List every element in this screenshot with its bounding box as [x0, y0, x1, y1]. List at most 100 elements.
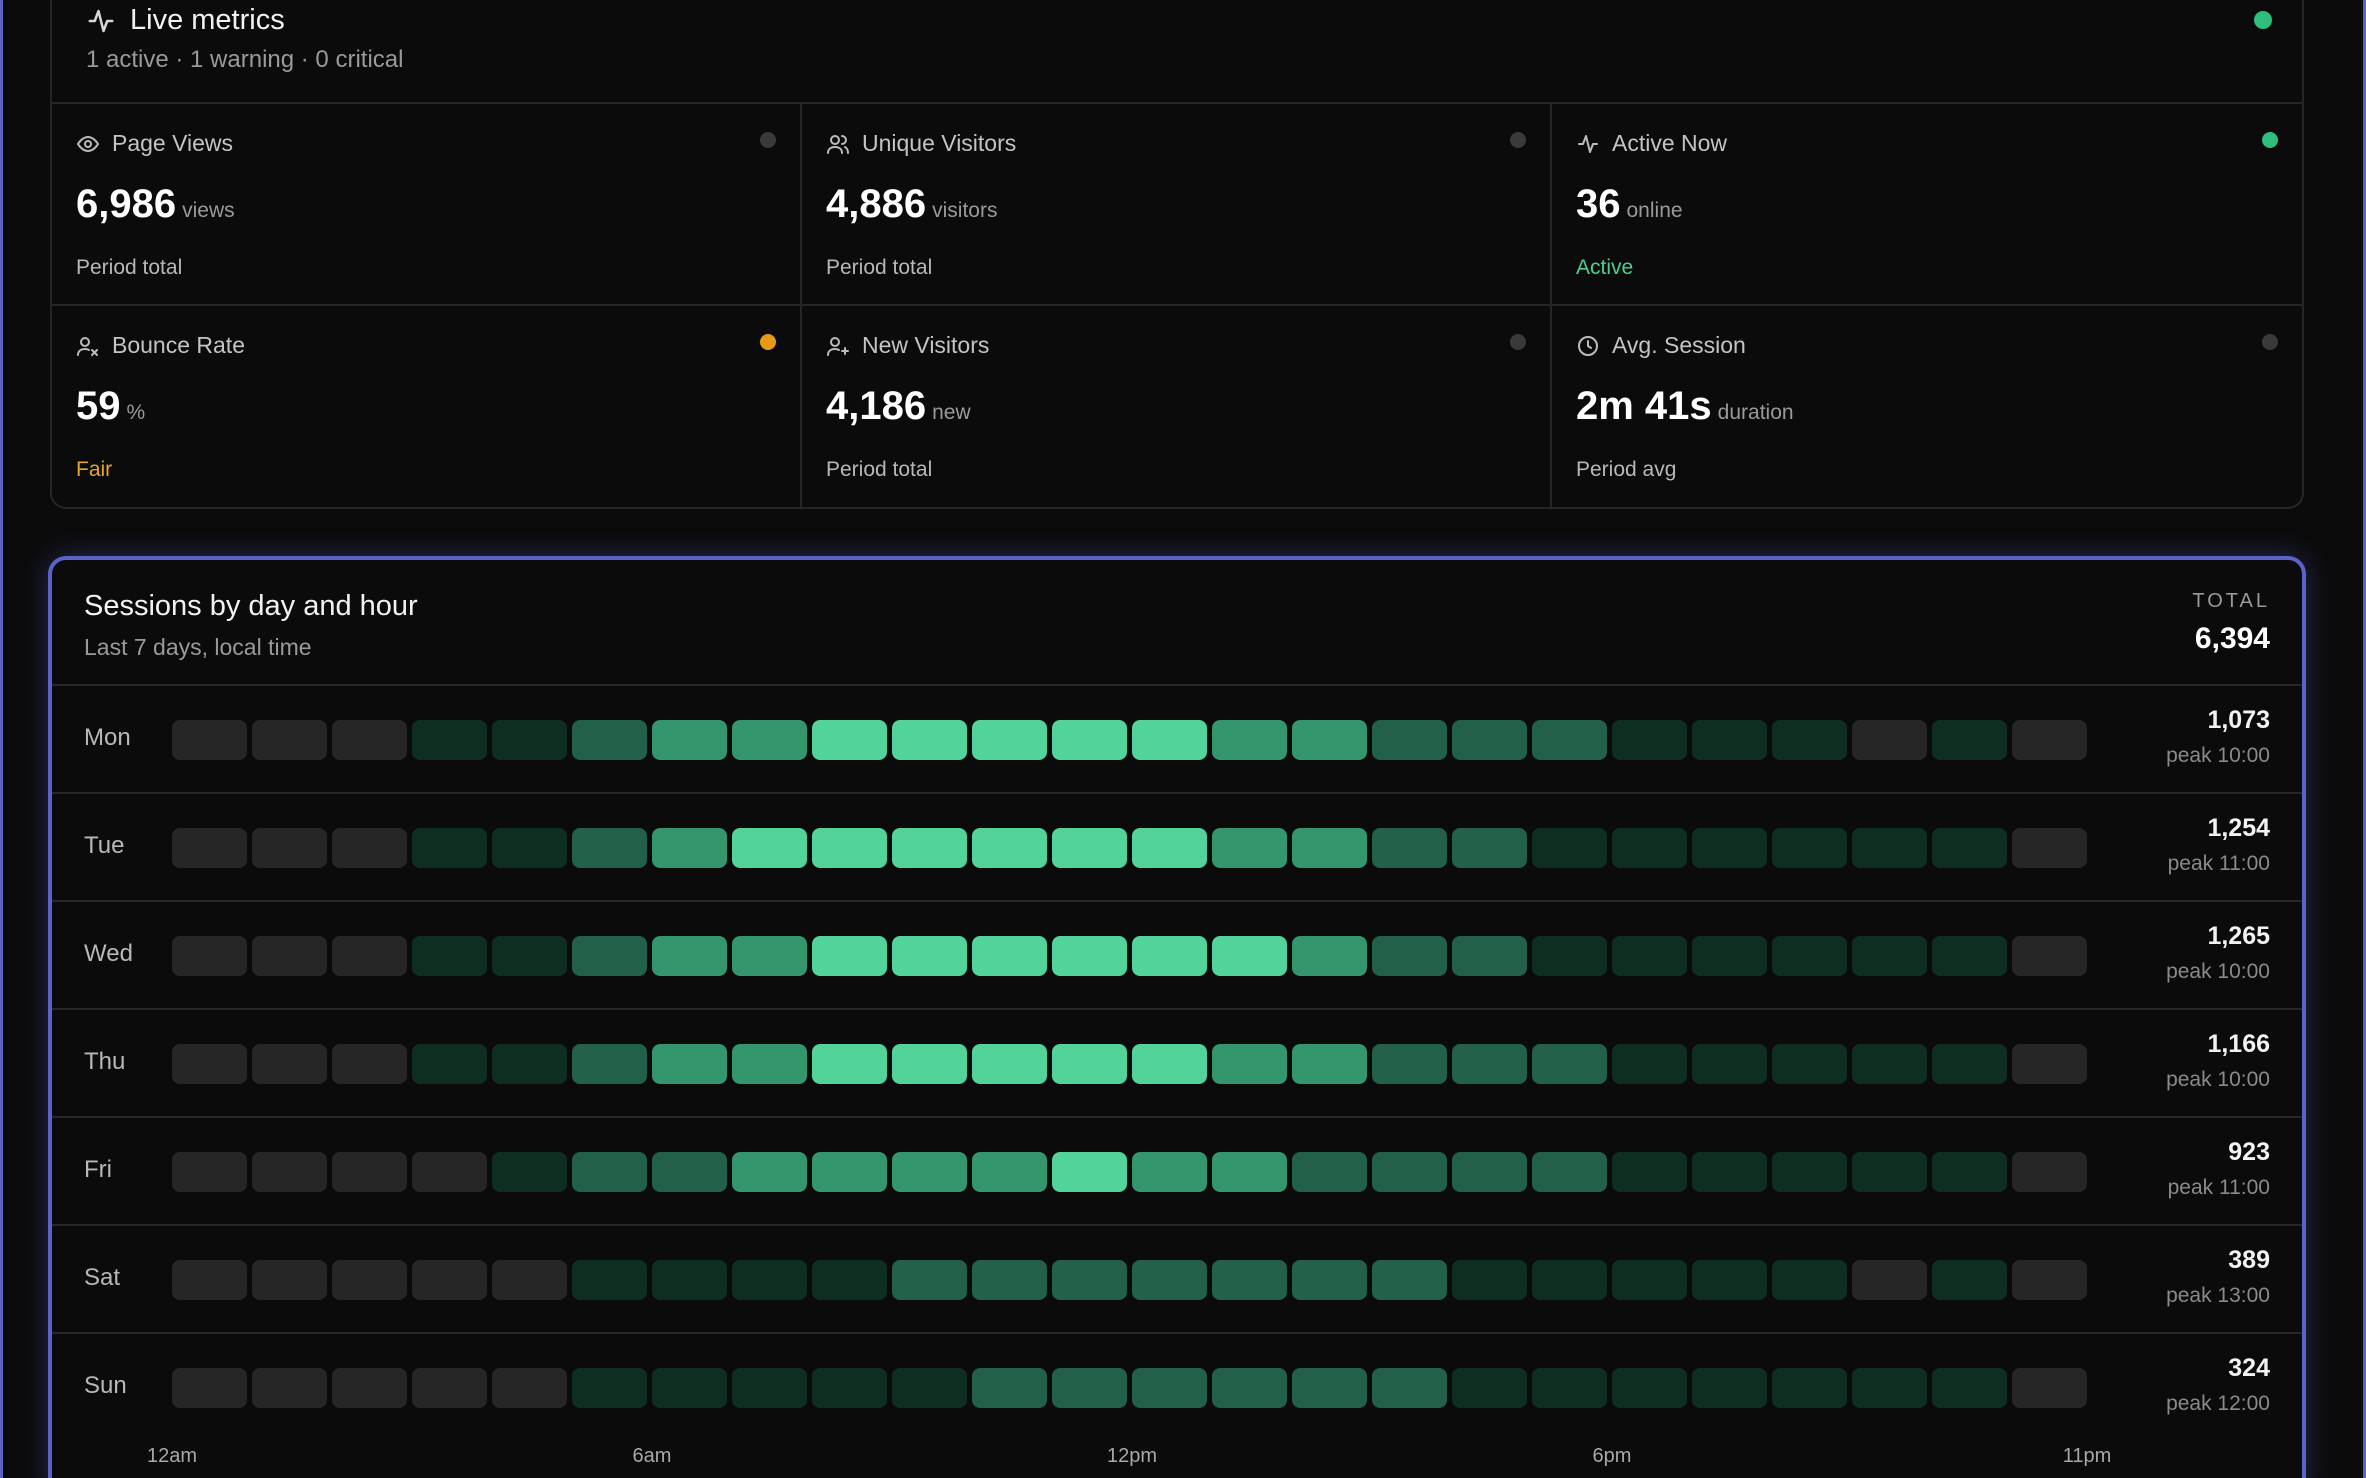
heatmap-cell[interactable]	[1052, 1260, 1127, 1300]
heatmap-cell[interactable]	[892, 828, 967, 868]
heatmap-cell[interactable]	[1932, 1152, 2007, 1192]
heatmap-cell[interactable]	[892, 1152, 967, 1192]
heatmap-cell[interactable]	[492, 720, 567, 760]
heatmap-cell[interactable]	[1852, 1044, 1927, 1084]
heatmap-cell[interactable]	[332, 828, 407, 868]
heatmap-cell[interactable]	[572, 1152, 647, 1192]
heatmap-cell[interactable]	[972, 720, 1047, 760]
heatmap-cell[interactable]	[1372, 828, 1447, 868]
heatmap-cell[interactable]	[1772, 828, 1847, 868]
heatmap-cell[interactable]	[1452, 828, 1527, 868]
heatmap-cell[interactable]	[1452, 1368, 1527, 1408]
heatmap-cell[interactable]	[892, 936, 967, 976]
heatmap-cell[interactable]	[1612, 936, 1687, 976]
heatmap-cell[interactable]	[572, 1044, 647, 1084]
heatmap-cell[interactable]	[892, 1368, 967, 1408]
heatmap-cell[interactable]	[1532, 720, 1607, 760]
heatmap-cell[interactable]	[412, 1044, 487, 1084]
heatmap-cell[interactable]	[1932, 1368, 2007, 1408]
heatmap-cell[interactable]	[172, 1152, 247, 1192]
heatmap-cell[interactable]	[332, 1260, 407, 1300]
heatmap-cell[interactable]	[812, 1044, 887, 1084]
metric-card-new-visitors[interactable]: New Visitors 4,186 new Period total	[802, 306, 1552, 507]
heatmap-cell[interactable]	[172, 1368, 247, 1408]
heatmap-cell[interactable]	[252, 1368, 327, 1408]
heatmap-cell[interactable]	[1212, 1152, 1287, 1192]
heatmap-cell[interactable]	[2012, 936, 2087, 976]
heatmap-cell[interactable]	[732, 1044, 807, 1084]
heatmap-cell[interactable]	[2012, 1368, 2087, 1408]
metric-card-bounce-rate[interactable]: Bounce Rate 59 % Fair	[52, 306, 802, 507]
heatmap-cell[interactable]	[972, 1152, 1047, 1192]
heatmap-cell[interactable]	[1212, 1368, 1287, 1408]
heatmap-cell[interactable]	[2012, 1044, 2087, 1084]
heatmap-cell[interactable]	[492, 1152, 567, 1192]
heatmap-cell[interactable]	[1452, 1044, 1527, 1084]
heatmap-cell[interactable]	[572, 720, 647, 760]
heatmap-cell[interactable]	[572, 936, 647, 976]
heatmap-cell[interactable]	[332, 936, 407, 976]
heatmap-cell[interactable]	[1532, 936, 1607, 976]
heatmap-cell[interactable]	[1692, 1260, 1767, 1300]
heatmap-cell[interactable]	[1532, 828, 1607, 868]
heatmap-cell[interactable]	[972, 828, 1047, 868]
heatmap-cell[interactable]	[972, 1044, 1047, 1084]
heatmap-cell[interactable]	[1372, 1152, 1447, 1192]
heatmap-cell[interactable]	[732, 1368, 807, 1408]
heatmap-cell[interactable]	[1852, 1152, 1927, 1192]
heatmap-cell[interactable]	[1692, 828, 1767, 868]
heatmap-cell[interactable]	[1852, 828, 1927, 868]
heatmap-cell[interactable]	[1052, 1044, 1127, 1084]
heatmap-cell[interactable]	[1852, 936, 1927, 976]
heatmap-cell[interactable]	[732, 936, 807, 976]
metric-card-page-views[interactable]: Page Views 6,986 views Period total	[52, 104, 802, 306]
heatmap-cell[interactable]	[492, 1368, 567, 1408]
heatmap-cell[interactable]	[1132, 828, 1207, 868]
heatmap-cell[interactable]	[172, 828, 247, 868]
heatmap-cell[interactable]	[412, 1260, 487, 1300]
heatmap-cell[interactable]	[252, 720, 327, 760]
heatmap-cell[interactable]	[1692, 1044, 1767, 1084]
heatmap-cell[interactable]	[2012, 720, 2087, 760]
heatmap-cell[interactable]	[1532, 1152, 1607, 1192]
heatmap-cell[interactable]	[1452, 1260, 1527, 1300]
heatmap-cell[interactable]	[252, 1152, 327, 1192]
heatmap-cell[interactable]	[172, 936, 247, 976]
heatmap-cell[interactable]	[972, 1260, 1047, 1300]
heatmap-cell[interactable]	[892, 720, 967, 760]
heatmap-cell[interactable]	[2012, 828, 2087, 868]
heatmap-cell[interactable]	[1212, 936, 1287, 976]
heatmap-cell[interactable]	[652, 936, 727, 976]
heatmap-cell[interactable]	[1932, 1044, 2007, 1084]
heatmap-cell[interactable]	[1772, 1044, 1847, 1084]
heatmap-cell[interactable]	[252, 1044, 327, 1084]
heatmap-cell[interactable]	[652, 720, 727, 760]
heatmap-cell[interactable]	[412, 828, 487, 868]
heatmap-cell[interactable]	[412, 720, 487, 760]
heatmap-cell[interactable]	[252, 1260, 327, 1300]
heatmap-cell[interactable]	[732, 1152, 807, 1192]
heatmap-cell[interactable]	[972, 1368, 1047, 1408]
heatmap-cell[interactable]	[812, 1152, 887, 1192]
heatmap-cell[interactable]	[492, 936, 567, 976]
heatmap-cell[interactable]	[1452, 1152, 1527, 1192]
heatmap-cell[interactable]	[1772, 1368, 1847, 1408]
heatmap-cell[interactable]	[1852, 1368, 1927, 1408]
heatmap-cell[interactable]	[1932, 828, 2007, 868]
heatmap-cell[interactable]	[412, 1152, 487, 1192]
heatmap-cell[interactable]	[572, 828, 647, 868]
heatmap-cell[interactable]	[1612, 1260, 1687, 1300]
heatmap-cell[interactable]	[892, 1044, 967, 1084]
heatmap-cell[interactable]	[812, 936, 887, 976]
heatmap-cell[interactable]	[1372, 1044, 1447, 1084]
metric-card-unique-visitors[interactable]: Unique Visitors 4,886 visitors Period to…	[802, 104, 1552, 306]
sessions-heatmap-card[interactable]: Sessions by day and hour Last 7 days, lo…	[48, 556, 2306, 1478]
heatmap-cell[interactable]	[812, 828, 887, 868]
heatmap-cell[interactable]	[1132, 1044, 1207, 1084]
heatmap-cell[interactable]	[1292, 1152, 1367, 1192]
heatmap-cell[interactable]	[1292, 1368, 1367, 1408]
heatmap-cell[interactable]	[1292, 720, 1367, 760]
heatmap-cell[interactable]	[1212, 1260, 1287, 1300]
heatmap-cell[interactable]	[1612, 1368, 1687, 1408]
heatmap-cell[interactable]	[1132, 1152, 1207, 1192]
